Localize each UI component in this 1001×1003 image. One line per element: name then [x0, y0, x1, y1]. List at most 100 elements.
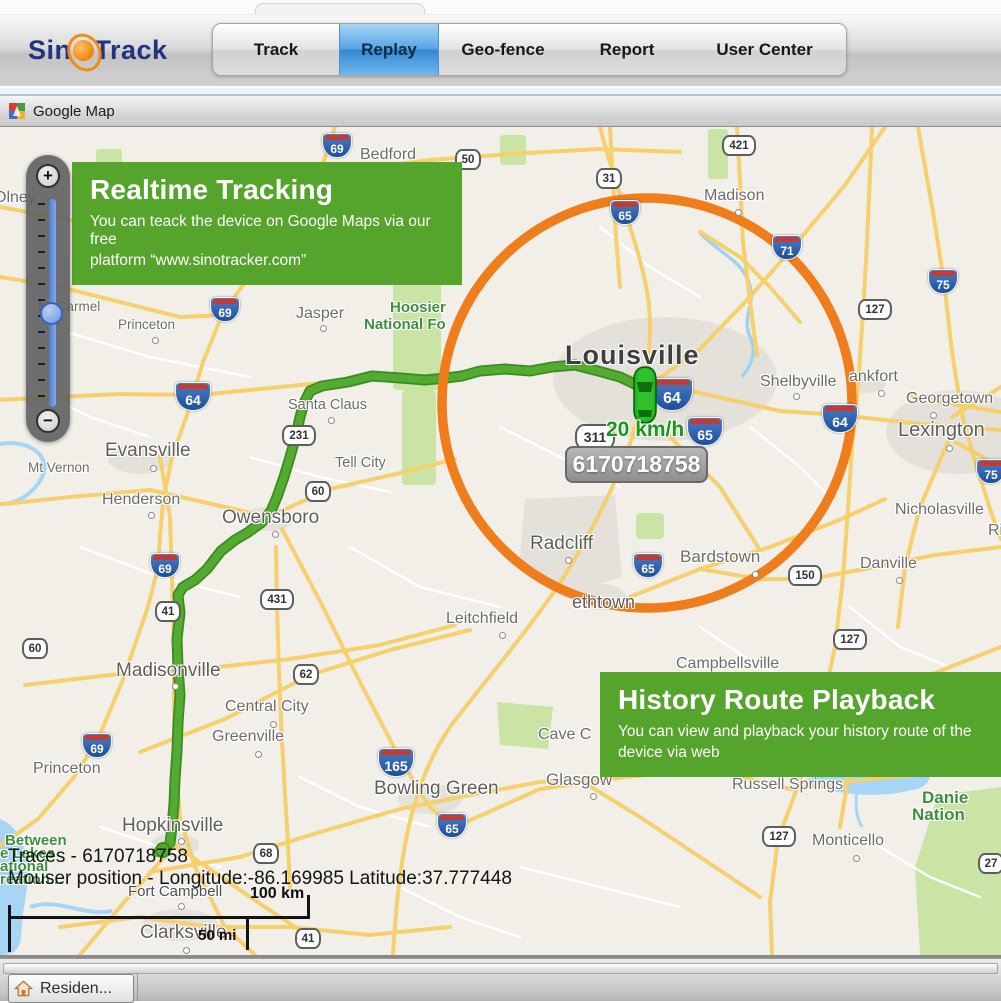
city-dot	[590, 793, 597, 800]
us-shield-62: 62	[293, 664, 319, 685]
map-label-daniel-2: Nation	[912, 805, 965, 825]
logo-text-track: Track	[95, 35, 168, 65]
minus-icon: −	[43, 411, 53, 430]
scale-km-label: 100 km	[250, 885, 304, 903]
map-label-danville: Danville	[860, 555, 917, 573]
realtime-banner-title: Realtime Tracking	[90, 174, 444, 206]
map-label-nicholasville: Nicholasville	[895, 501, 984, 519]
google-map-bar: Google Map	[0, 96, 1001, 127]
map-label-owensboro: Owensboro	[222, 507, 319, 529]
map-label-hoosier-1: Hoosier	[390, 299, 446, 316]
city-dot	[150, 465, 157, 472]
google-map-icon	[9, 103, 25, 119]
tab-geo-fence[interactable]: Geo-fence	[439, 24, 567, 75]
us-shield-60: 60	[305, 481, 331, 502]
history-banner-line1: You can view and playback your history r…	[618, 723, 984, 741]
map-label-santa-claus: Santa Claus	[288, 397, 367, 413]
device-id-label[interactable]: 6170718758	[565, 446, 708, 483]
main-navbar: Sin Track Track Replay Geo-fence Report U…	[0, 14, 1001, 88]
us-shield-127: 127	[762, 826, 796, 847]
map-label-richmond-part: Ri	[988, 522, 1001, 540]
city-dot	[853, 855, 860, 862]
city-dot	[172, 683, 179, 690]
city-dot	[183, 947, 190, 954]
city-dot	[499, 632, 506, 639]
map-label-princeton-ky: Princeton	[33, 760, 101, 778]
city-dot	[255, 751, 262, 758]
home-icon	[14, 979, 33, 998]
tab-report[interactable]: Report	[567, 24, 687, 75]
history-playback-banner: History Route Playback You can view and …	[600, 672, 1001, 777]
us-shield-68: 68	[253, 843, 279, 864]
taskbar-item-label: Residen...	[40, 980, 112, 998]
scale-bar-mi-tick	[246, 916, 249, 950]
tab-user-center[interactable]: User Center	[687, 24, 842, 75]
taskbar-item-residence[interactable]: Residen...	[8, 974, 134, 1003]
logo-text-sin: Sin	[28, 35, 72, 65]
realtime-banner-line2: platform “www.sinotracker.com”	[90, 252, 444, 270]
map-label-bardstown: Bardstown	[680, 547, 760, 567]
speed-readout: 20 km/h	[606, 418, 684, 442]
scale-bar-left-tick	[8, 905, 11, 952]
browser-top-strip	[0, 0, 1001, 14]
map-label-madison: Madison	[704, 187, 764, 205]
map-label-madisonville: Madisonville	[116, 660, 221, 682]
map-label-shelbyville: Shelbyville	[760, 373, 836, 391]
taskbar-divider	[137, 974, 138, 1001]
map-label-greenville: Greenville	[212, 728, 284, 746]
city-dot	[793, 393, 800, 400]
map-label-bowling-green: Bowling Green	[374, 778, 499, 800]
city-dot	[272, 531, 279, 538]
city-dot	[735, 209, 742, 216]
map-label-lexington: Lexington	[898, 419, 985, 442]
us-shield-231: 231	[282, 425, 316, 446]
scale-bar-km-tick	[307, 895, 310, 919]
city-dot	[946, 445, 953, 452]
nav-tab-group: Track Replay Geo-fence Report User Cente…	[212, 23, 847, 76]
horizontal-scrollbar[interactable]	[3, 963, 998, 974]
us-shield-127: 127	[858, 299, 892, 320]
map-label-hoosier-2: National Fo	[364, 316, 446, 333]
zoom-handle[interactable]	[40, 302, 63, 325]
city-dot	[148, 512, 155, 519]
sinotrack-logo: Sin Track	[28, 35, 168, 71]
us-shield-60: 60	[22, 638, 48, 659]
history-banner-line2: device via web	[618, 744, 984, 762]
city-dot	[178, 838, 185, 845]
scale-mi-label: 50 mi	[198, 927, 236, 944]
zoom-out-button[interactable]: −	[36, 409, 60, 433]
map-label-russell-springs: Russell Springs	[732, 776, 843, 794]
map-label-radcliff: Radcliff	[530, 533, 593, 555]
map-label-hopkinsville: Hopkinsville	[122, 815, 223, 837]
google-map-title: Google Map	[33, 103, 115, 120]
map-label-elizabethtown-part: ethtown	[572, 592, 635, 613]
us-shield-41: 41	[295, 928, 321, 949]
city-dot	[896, 577, 903, 584]
us-shield-431: 431	[260, 589, 294, 610]
map-canvas[interactable]: Bedford Olney Madison Mt Carmel Princeto…	[0, 127, 1001, 958]
us-shield-27: 27	[978, 853, 1001, 874]
city-dot	[270, 721, 277, 728]
city-dot	[328, 417, 335, 424]
tab-replay[interactable]: Replay	[339, 24, 439, 75]
zoom-in-button[interactable]: +	[36, 164, 60, 188]
logo-globe-icon	[73, 40, 94, 61]
map-label-central-city: Central City	[225, 698, 309, 716]
scale-bar-line	[8, 916, 310, 919]
us-shield-31: 31	[596, 168, 622, 189]
us-shield-41: 41	[155, 601, 181, 622]
city-dot	[178, 903, 185, 910]
zoom-tick-marks	[38, 203, 45, 399]
map-label-frankfort: ankfort	[849, 368, 898, 386]
map-label-evansville: Evansville	[105, 440, 191, 462]
map-label-campbellsville: Campbellsville	[676, 655, 779, 673]
map-zoom-slider: + −	[26, 155, 70, 442]
map-label-monticello: Monticello	[812, 832, 884, 850]
realtime-banner-line1: You can teack the device on Google Maps …	[90, 213, 444, 249]
city-dot	[930, 412, 937, 419]
us-shield-127: 127	[833, 629, 867, 650]
map-label-princeton-in: Princeton	[118, 317, 175, 332]
tab-track[interactable]: Track	[213, 24, 339, 75]
city-dot	[752, 571, 759, 578]
vehicle-marker[interactable]	[629, 365, 661, 425]
